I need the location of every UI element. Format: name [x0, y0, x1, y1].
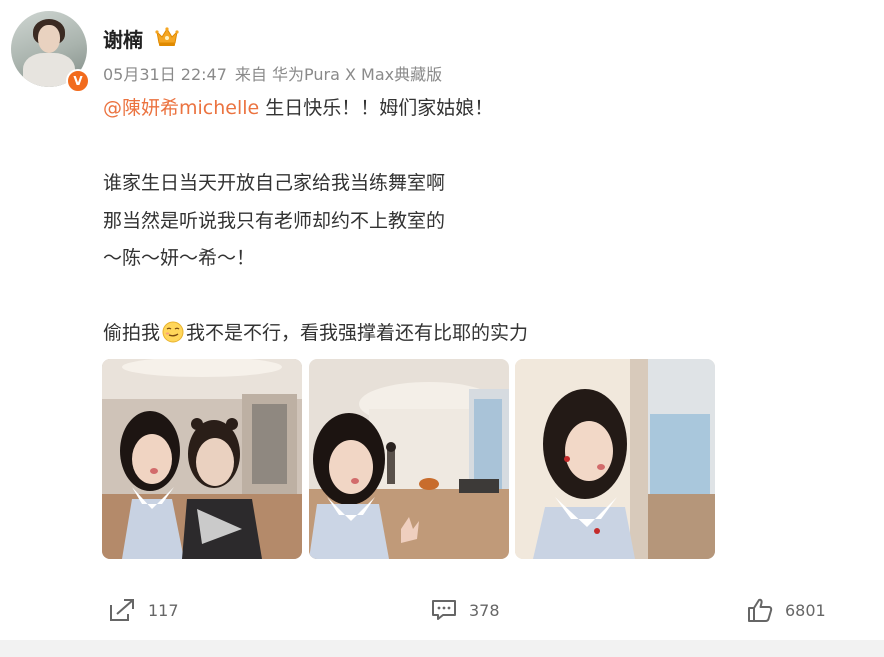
photo-2[interactable]	[309, 359, 509, 559]
share-icon	[110, 599, 134, 621]
photo-3[interactable]	[515, 359, 715, 559]
comment-count: 378	[469, 600, 500, 620]
content-line-5-start: 偷拍我	[103, 322, 161, 344]
verified-badge-icon: V	[66, 69, 90, 93]
photo-1[interactable]	[102, 359, 302, 559]
content-line-1: @陳妍希michelle 生日快乐！！姆们家姑娘！	[103, 90, 803, 128]
like-button[interactable]: 6801	[747, 590, 826, 630]
author-name[interactable]: 谢楠	[103, 24, 143, 53]
content-line-4: ～陈～妍～希～！	[103, 247, 256, 269]
share-button[interactable]: 117	[108, 590, 179, 630]
post-date[interactable]: 05月31日 22:47	[103, 65, 227, 84]
content-line-3: 那当然是听说我只有老师却约不上教室的	[103, 209, 446, 232]
action-bar: 117 378 6801	[0, 590, 884, 634]
weibo-post: V 谢楠 05月31日 22:47 来自 华为Pura X Max典藏版 @陳妍希…	[0, 0, 884, 640]
comment-button[interactable]: 378	[431, 590, 500, 630]
crown-icon[interactable]	[155, 26, 179, 48]
thumbs-up-icon	[748, 598, 773, 622]
like-count: 6801	[785, 600, 826, 620]
content-line-1-text: 生日快乐！！姆们家姑娘！	[259, 97, 494, 119]
share-count: 117	[148, 600, 179, 620]
content-line-2: 谁家生日当天开放自己家给我当练舞室啊	[103, 172, 446, 194]
post-meta: 05月31日 22:47 来自 华为Pura X Max典藏版	[103, 61, 450, 85]
content-line-5: 偷拍我 我不是不行，看我强撑着还有比耶的实力	[103, 315, 803, 353]
bottom-divider	[0, 640, 884, 657]
content-line-5-end: 我不是不行，看我强撑着还有比耶的实力	[186, 322, 529, 344]
comment-icon	[432, 600, 456, 620]
mention-link[interactable]: @陳妍希michelle	[103, 97, 259, 119]
post-source: 来自 华为Pura X Max典藏版	[234, 65, 443, 84]
post-content: @陳妍希michelle 生日快乐！！姆们家姑娘！ 谁家生日当天开放自己家给我当…	[103, 90, 803, 353]
avatar-face	[38, 25, 60, 53]
smirk-emoji-icon	[162, 321, 184, 343]
